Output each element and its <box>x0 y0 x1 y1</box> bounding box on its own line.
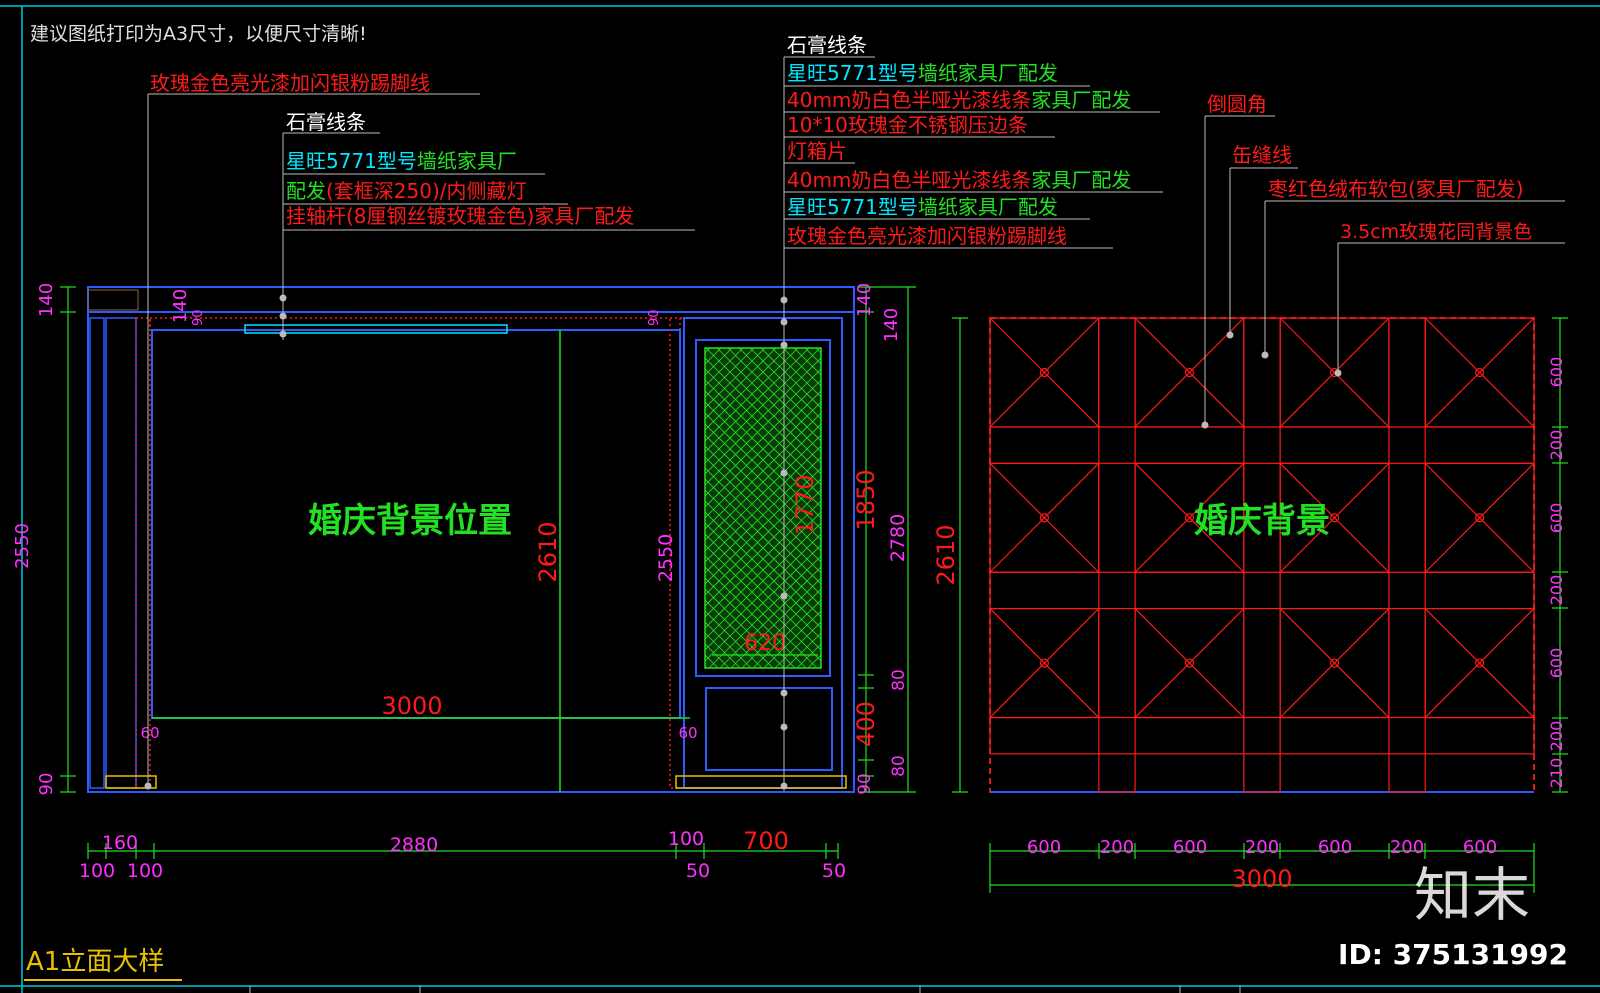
callout-bg-color: 3.5cm玫瑰花同背景色 <box>1340 221 1532 243</box>
callout-skirting-left: 玫瑰金色亮光漆加闪银粉踢脚线 <box>150 71 430 95</box>
dim-100-b: 100 <box>127 860 163 882</box>
brand-watermark: 知末 <box>1414 861 1530 929</box>
left-dim-chain <box>60 286 76 793</box>
wedding-bg-location-label: 婚庆背景位置 <box>308 501 512 541</box>
sparkle-band-top <box>149 317 681 331</box>
callout-round-corner: 倒圆角 <box>1207 92 1267 116</box>
dim-80-a: 80 <box>889 669 909 691</box>
bottom-dim-chain <box>87 843 839 859</box>
dim-1850: 1850 <box>852 469 880 530</box>
right-elevation <box>989 317 1535 793</box>
dim-90-top-a: 90 <box>191 309 206 326</box>
dim-140-top-left: 140 <box>36 283 57 317</box>
dim-90-right: 90 <box>855 773 875 795</box>
sheet-title: A1立面大样 <box>26 947 164 977</box>
dim-w200-a: 200 <box>1100 837 1134 858</box>
callout-soft-pack: 枣红色绒布软包(家具厂配发) <box>1268 177 1524 201</box>
dim-160: 160 <box>102 832 138 854</box>
cornice-profile <box>87 289 139 311</box>
callout-gypsum-left: 石膏线条 <box>286 110 366 134</box>
lower-panel <box>705 687 833 771</box>
dim-80-b: 80 <box>889 755 909 777</box>
leader-dots-right <box>1201 331 1342 429</box>
dim-2780: 2780 <box>887 514 909 562</box>
dim-3000-left: 3000 <box>381 692 442 720</box>
image-id: ID: 375131992 <box>1338 938 1568 971</box>
callout-wallpaper-mid-1: 星旺5771型号墙纸家具厂配发 <box>787 61 1058 85</box>
dim-w600-d: 600 <box>1463 837 1497 858</box>
print-note: 建议图纸打印为A3尺寸，以便尺寸清晰! <box>30 23 367 45</box>
dim-100-c: 100 <box>668 828 704 850</box>
callout-steel-strip: 10*10玫瑰金不锈钢压边条 <box>787 113 1028 137</box>
dim-2610-right: 2610 <box>932 524 960 585</box>
dim-v200-a: 200 <box>1547 430 1566 461</box>
callout-wallpaper-mid-2: 星旺5771型号墙纸家具厂配发 <box>787 195 1058 219</box>
dim-140-top-b: 140 <box>170 289 191 323</box>
dim-90-bottom-left: 90 <box>36 773 57 796</box>
cad-drawing-canvas: 建议图纸打印为A3尺寸，以便尺寸清晰! 婚庆背景位置 3000 2610 255… <box>0 5 1600 993</box>
dim-2550-mid: 2550 <box>655 534 677 582</box>
skirting <box>675 775 847 789</box>
dim-v200-b: 200 <box>1547 575 1566 606</box>
title-block-lines <box>249 986 1241 993</box>
callout-line-mid-1: 40mm奶白色半哑光漆线条家具厂配发 <box>787 88 1131 112</box>
dim-w600-b: 600 <box>1173 837 1207 858</box>
dim-140-right-a: 140 <box>854 283 875 317</box>
dim-v600-b: 600 <box>1547 503 1566 534</box>
dim-2610-left: 2610 <box>534 521 562 582</box>
dim-700: 700 <box>743 827 789 855</box>
dim-620: 620 <box>744 631 786 656</box>
dim-2550-left: 2550 <box>12 523 33 569</box>
dim-50-b: 50 <box>822 860 846 882</box>
dim-90-top-b: 90 <box>647 309 662 326</box>
callout-rod-left: 挂轴杆(8厘钢丝镀玫瑰金色)家具厂配发 <box>286 204 634 228</box>
soft-pack-grid <box>989 317 1535 793</box>
dim-w200-c: 200 <box>1390 837 1424 858</box>
callout-wallpaper-left: 星旺5771型号墙纸家具厂 <box>286 149 517 173</box>
callout-skirting-mid: 玫瑰金色亮光漆加闪银粉踢脚线 <box>787 224 1067 248</box>
callout-seam: 缶缝线 <box>1232 143 1292 167</box>
dim-1770: 1770 <box>791 474 819 535</box>
dim-w600-a: 600 <box>1027 837 1061 858</box>
dim-v600-a: 600 <box>1547 357 1566 388</box>
callout-line-mid-2: 40mm奶白色半哑光漆线条家具厂配发 <box>787 168 1131 192</box>
callout-lightbox: 灯箱片 <box>787 139 847 163</box>
mid-leaders <box>783 56 1163 786</box>
dim-v600-c: 600 <box>1547 648 1566 679</box>
dim-w200-b: 200 <box>1245 837 1279 858</box>
callout-gypsum-mid: 石膏线条 <box>787 33 867 57</box>
dim-2880: 2880 <box>390 834 438 856</box>
callout-frame-left: 配发(套框深250)/内侧藏灯 <box>286 179 527 203</box>
dim-v200-c: 200 <box>1547 721 1566 752</box>
wedding-bg-label: 婚庆背景 <box>1194 501 1330 541</box>
cornice <box>87 286 855 313</box>
dim-100-a: 100 <box>79 860 115 882</box>
dim-v210: 210 <box>1547 758 1566 789</box>
dim-140-right-b: 140 <box>881 308 902 342</box>
dim-400: 400 <box>852 701 880 747</box>
dim-w600-c: 600 <box>1318 837 1352 858</box>
dim-60-right: 60 <box>678 724 697 742</box>
dim-60-left: 60 <box>140 724 159 742</box>
soft-pack-outline <box>989 317 1535 793</box>
dim-50-a: 50 <box>686 860 710 882</box>
left-elevation <box>87 286 855 793</box>
dim-w3000-right: 3000 <box>1231 865 1292 893</box>
